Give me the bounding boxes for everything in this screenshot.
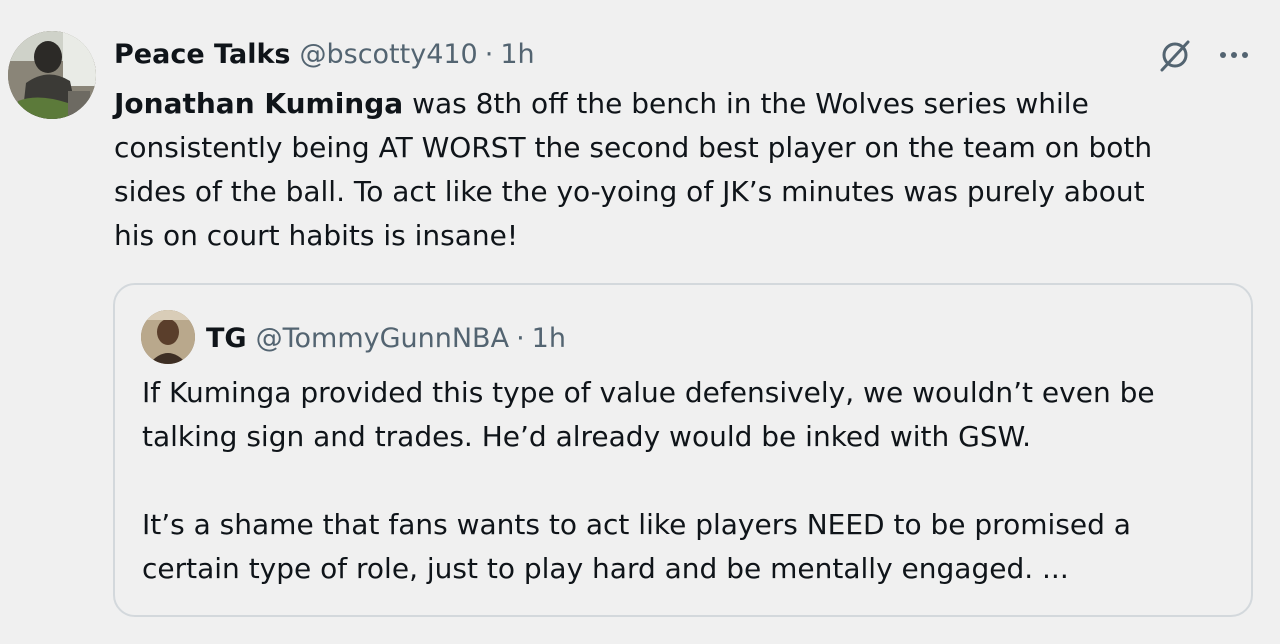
tweet-card[interactable]: Peace Talks @bscotty410 · 1h Jonathan Ku… [0,0,1280,644]
author-avatar[interactable] [8,31,96,119]
author-handle[interactable]: @bscotty410 [299,39,477,70]
quoted-text-line: certain type of role, just to play hard … [142,552,1069,585]
tweet-text-segment: was 8th off the bench in the Wolves seri… [403,87,1089,120]
header-separator: · [484,38,494,70]
grok-icon[interactable] [1156,36,1194,74]
quoted-author-name[interactable]: TG [206,323,247,354]
author-name[interactable]: Peace Talks [114,39,290,70]
more-dots-icon[interactable] [1214,36,1254,74]
tweet-text-line: sides of the ball. To act like the yo-yo… [114,175,1145,208]
quoted-tweet[interactable]: TG @TommyGunnNBA · 1h If Kuminga provide… [113,283,1253,617]
quoted-tweet-time[interactable]: 1h [532,323,566,354]
tweet-text-line: his on court habits is insane! [114,219,519,252]
tweet-text-line: consistently being AT WORST the second b… [114,131,1153,164]
quoted-text-line: talking sign and trades. He’d already wo… [142,420,1031,453]
quoted-tweet-text: If Kuminga provided this type of value d… [142,371,1232,591]
tweet-header: Peace Talks @bscotty410 · 1h [114,34,535,74]
quoted-author-handle[interactable]: @TommyGunnNBA [256,323,509,354]
tweet-text-line: Jonathan Kuminga was 8th off the bench i… [114,82,1254,126]
avatar-photo-icon [8,31,96,119]
quoted-text-line: It’s a shame that fans wants to act like… [142,508,1131,541]
tweet-text: Jonathan Kuminga was 8th off the bench i… [114,82,1254,258]
quoted-author-avatar[interactable] [141,310,195,364]
quoted-text-line: If Kuminga provided this type of value d… [142,376,1155,409]
quoted-header-separator: · [516,322,525,354]
mention-name[interactable]: Jonathan Kuminga [114,87,403,120]
tweet-time[interactable]: 1h [500,39,534,70]
quoted-tweet-header: TG @TommyGunnNBA · 1h [206,318,566,358]
quoted-avatar-photo-icon [141,310,195,364]
